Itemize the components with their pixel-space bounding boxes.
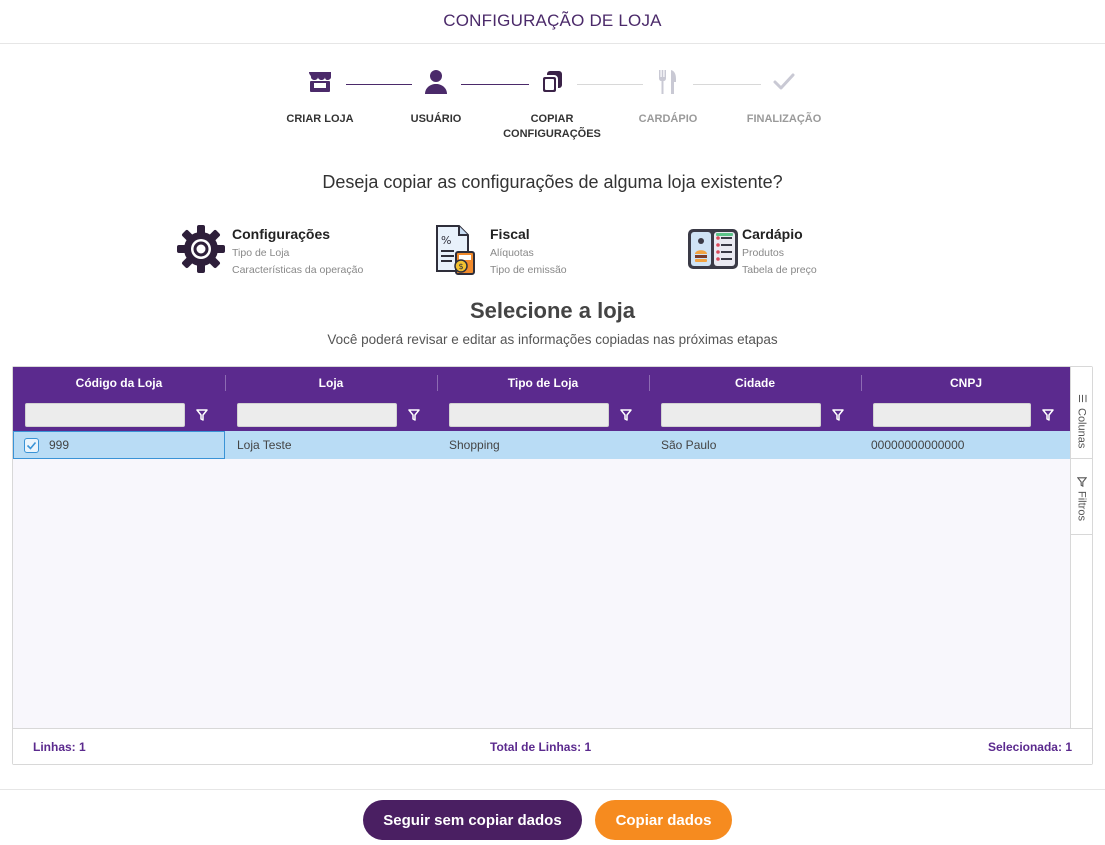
- filter-tipo: [449, 403, 637, 427]
- feature-configuracoes: Configurações Tipo de Loja Característic…: [176, 224, 363, 277]
- copy-icon: [497, 66, 607, 98]
- column-header-cidade[interactable]: Cidade: [649, 367, 861, 399]
- check-icon: [729, 66, 839, 98]
- copy-data-button[interactable]: Copiar dados: [595, 800, 732, 840]
- grid-header: Código da Loja Loja Tipo de Loja Cidade …: [13, 367, 1071, 431]
- filter-icon[interactable]: [191, 403, 213, 427]
- table-row[interactable]: 999 Loja Teste Shopping São Paulo 000000…: [13, 431, 1071, 459]
- feature-line: Produtos: [742, 247, 785, 259]
- filter-icon[interactable]: [1037, 403, 1059, 427]
- selected-count: Selecionada: 1: [987, 740, 1072, 754]
- feature-cardapio: Cardápio Produtos Tabela de preço: [686, 224, 817, 277]
- stepper: CRIAR LOJA USUÁRIO COPIAR CONFIGURAÇÕES C…: [0, 66, 1105, 146]
- rows-count: Linhas: 1: [33, 740, 86, 754]
- tax-document-icon: % $: [434, 224, 486, 276]
- feature-line: Tipo de emissão: [490, 264, 567, 276]
- filters-panel-button[interactable]: Filtros: [1071, 471, 1092, 535]
- filter-cidade: [661, 403, 849, 427]
- columns-panel-button[interactable]: ☰ Colunas: [1071, 387, 1092, 459]
- gear-icon: [176, 224, 228, 276]
- grid-side-panel: ☰ Colunas Filtros: [1070, 367, 1092, 730]
- grid-footer: Linhas: 1 Total de Linhas: 1 Selecionada…: [13, 728, 1092, 764]
- filters-label: Filtros: [1075, 491, 1088, 521]
- filter-icon[interactable]: [403, 403, 425, 427]
- column-header-loja[interactable]: Loja: [225, 367, 437, 399]
- cell-text: 999: [49, 438, 70, 452]
- step-label: CARDÁPIO: [638, 113, 698, 125]
- footer-divider: [0, 789, 1105, 790]
- feature-title: Cardápio: [742, 226, 803, 242]
- step-label: COPIAR CONFIGURAÇÕES: [503, 113, 601, 140]
- filter-loja: [237, 403, 425, 427]
- feature-line: Alíquotas: [490, 247, 534, 259]
- filter-input[interactable]: [873, 403, 1031, 427]
- feature-title: Fiscal: [490, 226, 530, 242]
- svg-text:%: %: [441, 234, 451, 247]
- column-header-cnpj[interactable]: CNPJ: [861, 367, 1071, 399]
- skip-copy-button[interactable]: Seguir sem copiar dados: [363, 800, 582, 840]
- cell-cidade: São Paulo: [661, 438, 717, 452]
- user-icon: [381, 66, 491, 98]
- total-rows-count: Total de Linhas: 1: [490, 740, 592, 754]
- filter-input[interactable]: [661, 403, 821, 427]
- feature-line: Características da operação: [232, 264, 364, 276]
- column-header-tipo[interactable]: Tipo de Loja: [437, 367, 649, 399]
- store-icon: [265, 66, 375, 98]
- step-usuario[interactable]: USUÁRIO: [381, 66, 491, 127]
- step-label: USUÁRIO: [410, 113, 462, 125]
- stores-grid: Código da Loja Loja Tipo de Loja Cidade …: [12, 366, 1093, 765]
- utensils-icon: [613, 66, 723, 98]
- feature-fiscal: % $ Fiscal Alíquotas Tipo de emissão: [434, 224, 567, 277]
- step-finalizacao[interactable]: FINALIZAÇÃO: [729, 66, 839, 127]
- cell-cnpj: 00000000000000: [871, 438, 965, 452]
- svg-text:$: $: [459, 262, 464, 271]
- filter-codigo: [25, 403, 213, 427]
- row-checkbox[interactable]: [24, 437, 39, 453]
- cell-loja: Loja Teste: [237, 438, 292, 452]
- select-store-subtitle: Você poderá revisar e editar as informaç…: [327, 332, 778, 347]
- copy-question: Deseja copiar as configurações de alguma…: [322, 172, 783, 192]
- filter-icon[interactable]: [615, 403, 637, 427]
- columns-icon: ☰: [1076, 394, 1087, 403]
- filter-input[interactable]: [449, 403, 609, 427]
- step-criar-loja[interactable]: CRIAR LOJA: [265, 66, 375, 127]
- step-label: CRIAR LOJA: [286, 113, 354, 125]
- page-title: CONFIGURAÇÃO DE LOJA: [443, 10, 662, 30]
- step-label: FINALIZAÇÃO: [746, 113, 822, 125]
- step-cardapio[interactable]: CARDÁPIO: [613, 66, 723, 127]
- features: Configurações Tipo de Loja Característic…: [0, 222, 1105, 282]
- cell-tipo: Shopping: [449, 438, 500, 452]
- menu-board-icon: [686, 224, 738, 276]
- select-store-title: Selecione a loja: [469, 298, 636, 323]
- filter-icon[interactable]: [827, 403, 849, 427]
- columns-label: Colunas: [1075, 408, 1088, 449]
- filter-icon: [1076, 477, 1087, 487]
- filter-cnpj: [873, 403, 1059, 427]
- filter-input[interactable]: [237, 403, 397, 427]
- filter-input[interactable]: [25, 403, 185, 427]
- step-copiar-configuracoes[interactable]: COPIAR CONFIGURAÇÕES: [497, 66, 607, 142]
- column-header-codigo[interactable]: Código da Loja: [13, 367, 225, 399]
- feature-title: Configurações: [232, 226, 331, 242]
- page-header: CONFIGURAÇÃO DE LOJA: [0, 0, 1105, 44]
- feature-line: Tipo de Loja: [232, 247, 290, 259]
- cell-codigo[interactable]: 999: [13, 431, 225, 459]
- feature-line: Tabela de preço: [742, 264, 817, 276]
